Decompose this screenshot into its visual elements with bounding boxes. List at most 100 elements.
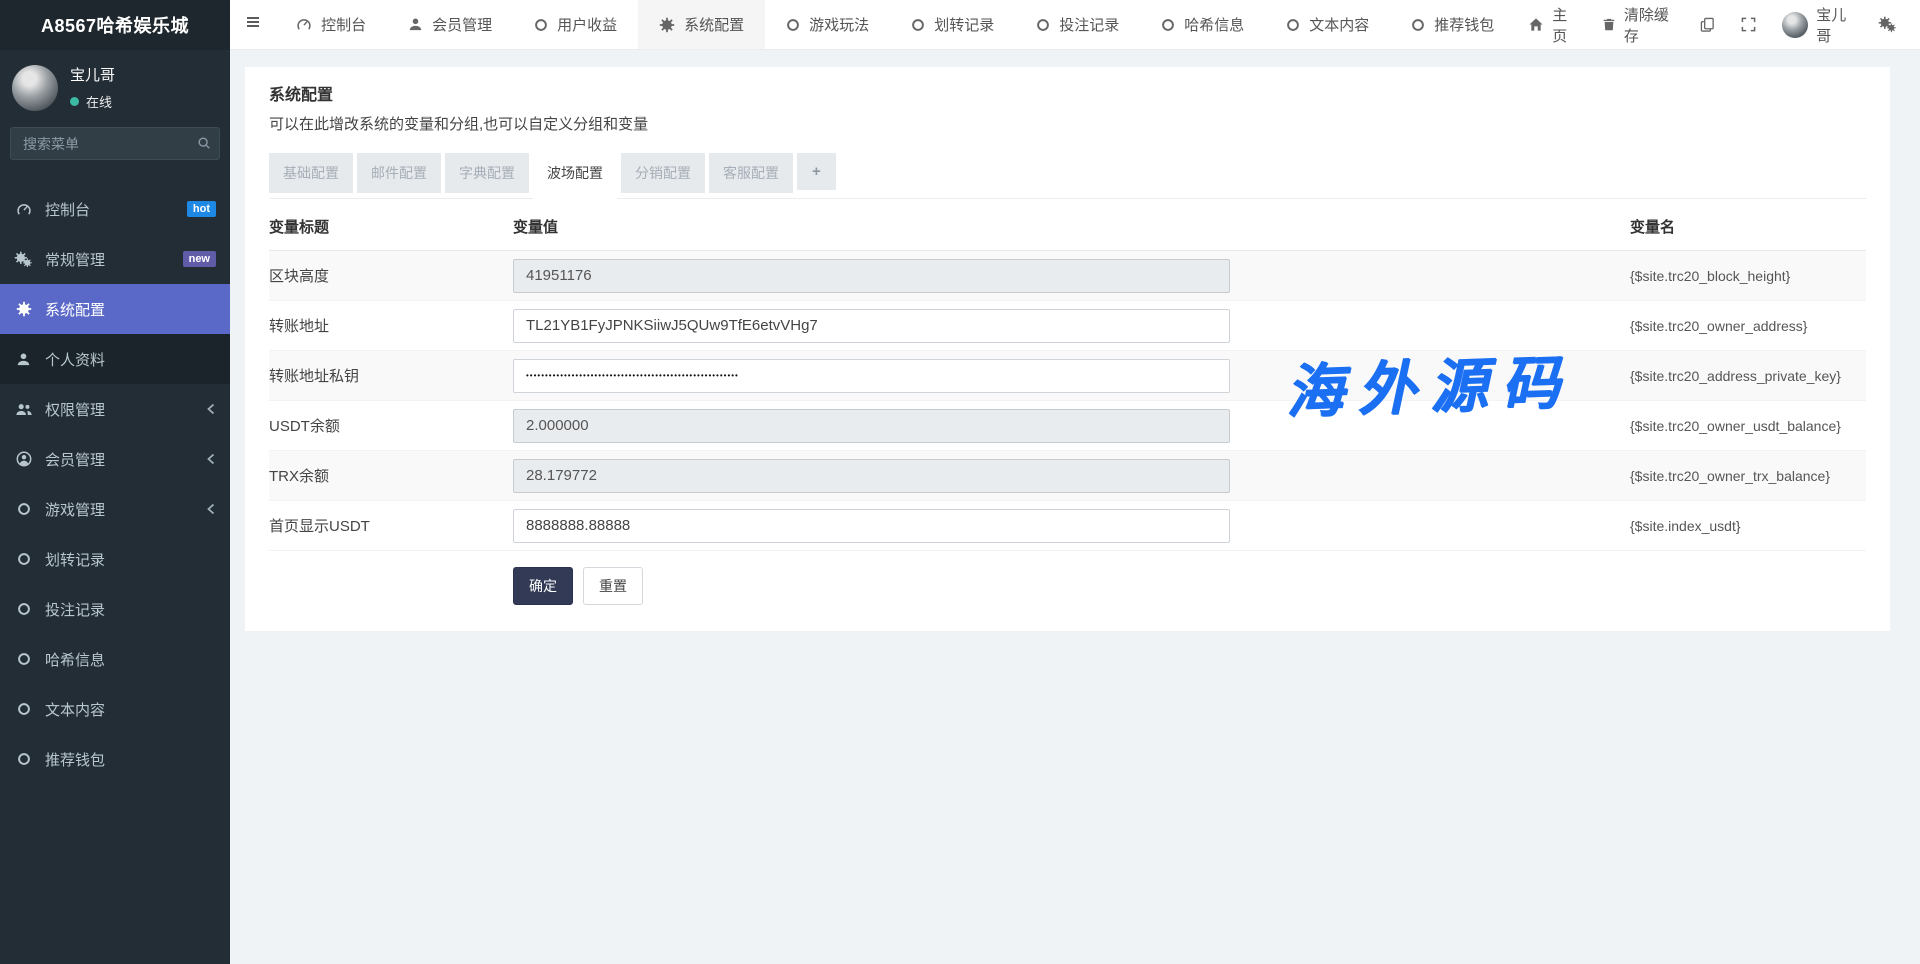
topnav-item-label: 推荐钱包 <box>1434 14 1494 35</box>
search-icon[interactable] <box>197 136 211 155</box>
var-name: {$site.trc20_owner_trx_balance} <box>1630 468 1866 484</box>
circle-icon <box>911 18 925 32</box>
table-header: 变量标题 变量值 变量名 <box>269 199 1866 251</box>
home-link[interactable]: 主页 <box>1515 0 1589 49</box>
sidebar-menu: 控制台hot常规管理new系统配置个人资料权限管理会员管理游戏管理划转记录投注记… <box>0 184 230 784</box>
fullscreen-button[interactable] <box>1728 0 1769 49</box>
topnav-item-hash-info[interactable]: 哈希信息 <box>1140 0 1265 49</box>
sidebar-item-profile[interactable]: 个人资料 <box>0 334 230 384</box>
app-logo[interactable]: A8567哈希娱乐城 <box>0 0 230 50</box>
sidebar-item-transfer-log[interactable]: 划转记录 <box>0 534 230 584</box>
dashboard-icon <box>14 202 33 217</box>
topnav-item-rec-wallet[interactable]: 推荐钱包 <box>1390 0 1515 49</box>
user-status-label: 在线 <box>86 92 112 111</box>
submit-button[interactable]: 确定 <box>513 567 573 605</box>
tab-dict[interactable]: 字典配置 <box>445 153 529 193</box>
topnav-item-text-content[interactable]: 文本内容 <box>1265 0 1390 49</box>
input-index-usdt[interactable] <box>513 509 1230 543</box>
sidebar-item-member-mgmt[interactable]: 会员管理 <box>0 434 230 484</box>
topnav-item-members[interactable]: 会员管理 <box>387 0 513 49</box>
tab-email[interactable]: 邮件配置 <box>357 153 441 193</box>
var-name: {$site.trc20_owner_address} <box>1630 318 1866 334</box>
input-private-key[interactable] <box>513 359 1230 393</box>
topnav-item-user-income[interactable]: 用户收益 <box>513 0 638 49</box>
topnav-item-label: 控制台 <box>321 14 366 35</box>
home-link-label: 主页 <box>1552 4 1576 46</box>
dashboard-icon <box>296 17 312 32</box>
copy-icon <box>1700 17 1715 32</box>
topnav-item-label: 文本内容 <box>1309 14 1369 35</box>
config-row-index-usdt: 首页显示USDT{$site.index_usdt} <box>269 501 1866 551</box>
input-usdt-balance <box>513 409 1230 443</box>
gears-icon <box>14 251 33 268</box>
var-title: 转账地址私钥 <box>269 365 513 386</box>
sidebar-item-label: 个人资料 <box>45 349 105 370</box>
sidebar-item-console[interactable]: 控制台hot <box>0 184 230 234</box>
var-title: 转账地址 <box>269 315 513 336</box>
current-user-label: 宝儿哥 <box>1816 4 1852 46</box>
sidebar-item-label: 游戏管理 <box>45 499 105 520</box>
settings-button[interactable] <box>1865 0 1910 49</box>
sidebar-item-auth-mgmt[interactable]: 权限管理 <box>0 384 230 434</box>
var-name: {$site.trc20_owner_usdt_balance} <box>1630 418 1866 434</box>
var-value-cell <box>513 509 1630 543</box>
topnav-item-console[interactable]: 控制台 <box>275 0 387 49</box>
circle-icon <box>1411 18 1425 32</box>
topnav-item-bet-log[interactable]: 投注记录 <box>1015 0 1140 49</box>
config-row-private-key: 转账地址私钥{$site.trc20_address_private_key} <box>269 351 1866 401</box>
sidebar-item-hash-info[interactable]: 哈希信息 <box>0 634 230 684</box>
var-value-cell <box>513 359 1630 393</box>
main-area: 控制台会员管理用户收益系统配置游戏玩法划转记录投注记录哈希信息文本内容推荐钱包 … <box>230 0 1920 964</box>
topnav-item-label: 划转记录 <box>934 14 994 35</box>
sidebar-item-label: 会员管理 <box>45 449 105 470</box>
var-title: USDT余额 <box>269 415 513 436</box>
topnav-tabs: 控制台会员管理用户收益系统配置 游戏玩法 划转记录 投注记录哈希信息 文本内容 推荐钱包 <box>275 0 1515 49</box>
sidebar-item-text-content[interactable]: 文本内容 <box>0 684 230 734</box>
config-tabs: 基础配置邮件配置字典配置波场配置分销配置客服配置+ <box>269 153 1866 199</box>
sidebar-user-panel: 宝儿哥 在线 <box>0 50 230 123</box>
sidebar-item-label: 控制台 <box>45 199 90 220</box>
top-navbar: 控制台会员管理用户收益系统配置游戏玩法划转记录投注记录哈希信息文本内容推荐钱包 … <box>230 0 1920 50</box>
tab-service[interactable]: 客服配置 <box>709 153 793 193</box>
page-content: 系统配置 可以在此增改系统的变量和分组,也可以自定义分组和变量 基础配置邮件配置… <box>230 50 1920 964</box>
sidebar-item-game-mgmt[interactable]: 游戏管理 <box>0 484 230 534</box>
var-title: 首页显示USDT <box>269 515 513 536</box>
clear-cache-link-label: 清除缓存 <box>1624 4 1674 46</box>
tab-tron[interactable]: 波场配置 <box>533 153 617 199</box>
gears-icon <box>1878 16 1897 33</box>
tab-basic[interactable]: 基础配置 <box>269 153 353 193</box>
topnav-item-game-play[interactable]: 游戏玩法 <box>765 0 890 49</box>
sidebar-toggle-button[interactable] <box>230 0 275 49</box>
topnav-item-label: 投注记录 <box>1059 14 1119 35</box>
tab-add[interactable]: + <box>797 153 836 190</box>
topnav-item-label: 游戏玩法 <box>809 14 869 35</box>
reset-button[interactable]: 重置 <box>583 567 643 605</box>
config-row-usdt-balance: USDT余额 {$site.trc20_owner_usdt_balance} <box>269 401 1866 451</box>
tab-dispatch[interactable]: 分销配置 <box>621 153 705 193</box>
sidebar-item-system-config[interactable]: 系统配置 <box>0 284 230 334</box>
gear-icon <box>14 301 33 317</box>
current-user[interactable]: 宝儿哥 <box>1769 0 1865 49</box>
expand-icon <box>1741 17 1756 32</box>
sidebar-item-rec-wallet[interactable]: 推荐钱包 <box>0 734 230 784</box>
copy-button[interactable] <box>1687 0 1728 49</box>
user-info: 宝儿哥 在线 <box>70 64 115 111</box>
topnav-item-system-config[interactable]: 系统配置 <box>638 0 765 49</box>
input-owner-address[interactable] <box>513 309 1230 343</box>
online-dot-icon <box>70 97 79 106</box>
menu-search-input[interactable] <box>10 127 220 160</box>
circle-icon <box>14 752 33 766</box>
circle-icon <box>14 652 33 666</box>
sidebar-item-label: 权限管理 <box>45 399 105 420</box>
topnav-item-transfer-log[interactable]: 划转记录 <box>890 0 1015 49</box>
page-subtitle: 可以在此增改系统的变量和分组,也可以自定义分组和变量 <box>269 113 1866 134</box>
sidebar-item-general-mgmt[interactable]: 常规管理new <box>0 234 230 284</box>
sidebar-item-bet-log[interactable]: 投注记录 <box>0 584 230 634</box>
sidebar-item-label: 常规管理 <box>45 249 105 270</box>
col-var-title: 变量标题 <box>269 216 513 237</box>
user-avatar <box>1782 12 1808 38</box>
clear-cache-link[interactable]: 清除缓存 <box>1589 0 1687 49</box>
sidebar: A8567哈希娱乐城 宝儿哥 在线 控制台hot常规管理new系统配置个人资料权… <box>0 0 230 964</box>
circle-icon <box>14 552 33 566</box>
var-name: {$site.trc20_block_height} <box>1630 268 1866 284</box>
